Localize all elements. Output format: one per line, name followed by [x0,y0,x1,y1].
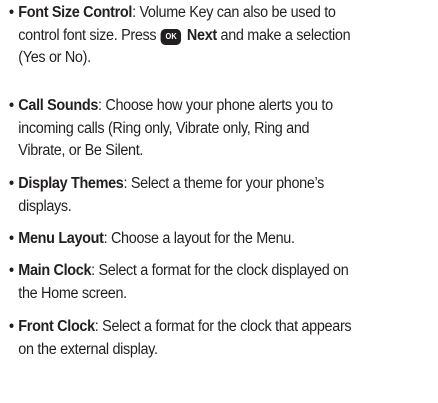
list-item-display-themes: • Display Themes: Select a theme for your… [9,173,434,218]
ok-key-icon: OK [160,28,182,45]
list-item-line: • Call Sounds: Choose how your phone aler… [9,95,434,118]
list-item-line: control font size. Press OK Next and mak… [9,25,434,48]
list-item-font-size-control: • Font Size Control: Volume Key can also … [9,2,434,70]
list-item-main-clock: • Main Clock: Select a format for the clo… [9,260,434,305]
list-item-line: (Yes or No). [9,47,434,70]
key-action-label: Next [186,26,217,44]
list-item-line: • Display Themes: Select a theme for your… [9,173,434,196]
bullet-icon: • [9,230,14,247]
bullet-icon: • [9,318,14,335]
item-description: on the external display. [18,340,158,358]
item-description: displays. [18,197,72,215]
item-description: the Home screen. [18,284,127,302]
settings-description-list: • Font Size Control: Volume Key can also … [0,0,438,403]
list-item-line: • Font Size Control: Volume Key can also … [9,2,434,25]
item-term: Font Size Control [18,4,133,21]
item-description: : Select a format for the clock that app… [94,318,352,335]
item-term: Call Sounds [18,97,99,114]
item-term: Front Clock [18,318,95,335]
bullet-icon: • [9,175,14,192]
list-item-line: the Home screen. [9,283,434,306]
item-description: : Choose a layout for the Menu. [103,230,295,247]
bullet-icon: • [9,4,14,21]
item-description: : Choose how your phone alerts you to [98,97,333,114]
item-description: : Select a theme for your phone’s [123,175,325,192]
item-description: and make a selection [216,26,351,44]
item-description: incoming calls (Ring only, Vibrate only,… [18,119,310,137]
item-description: Vibrate, or Be Silent. [18,142,144,160]
item-description: control font size. Press [18,26,160,44]
list-item-call-sounds: • Call Sounds: Choose how your phone aler… [9,95,434,163]
list-item-front-clock: • Front Clock: Select a format for the cl… [9,316,434,361]
item-description: (Yes or No). [18,49,91,67]
list-item-line: on the external display. [9,339,434,362]
item-term: Main Clock [18,262,92,279]
list-item-line: Vibrate, or Be Silent. [9,140,434,163]
item-term: Display Themes [18,175,124,192]
list-item-line: incoming calls (Ring only, Vibrate only,… [9,118,434,141]
item-description: : Select a format for the clock displaye… [91,262,349,279]
list-item-line: • Front Clock: Select a format for the cl… [9,316,434,339]
bullet-icon: • [9,262,14,279]
list-item-menu-layout: • Menu Layout: Choose a layout for the Me… [9,228,434,251]
list-item-line: • Main Clock: Select a format for the clo… [9,260,434,283]
item-description: : Volume Key can also be used to [132,4,336,21]
bullet-icon: • [9,97,14,114]
item-term: Menu Layout [18,230,104,247]
list-item-line: displays. [9,196,434,219]
list-item-line: • Menu Layout: Choose a layout for the Me… [9,228,434,251]
